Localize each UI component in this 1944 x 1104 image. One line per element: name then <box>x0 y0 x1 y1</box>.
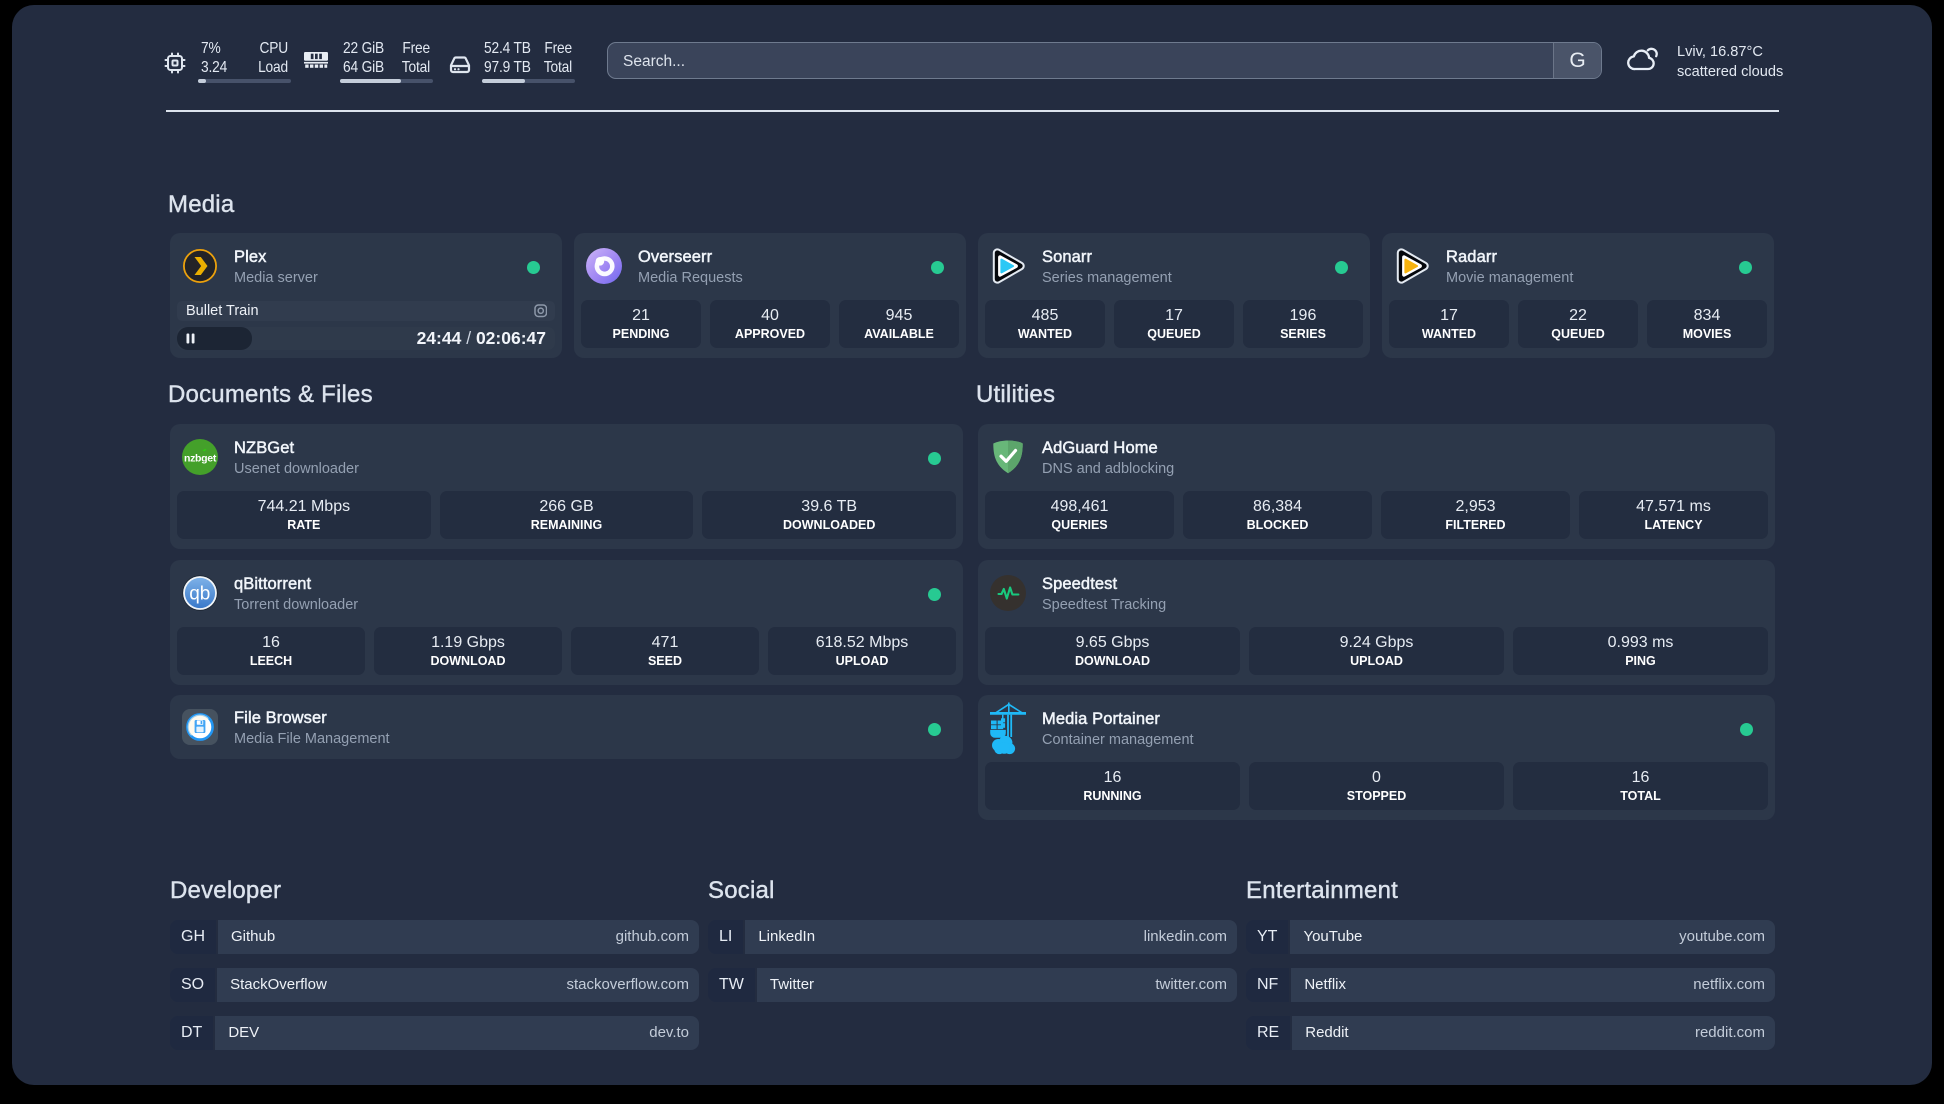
svg-text:nzbget: nzbget <box>184 453 217 465</box>
svg-text:qb: qb <box>189 584 210 605</box>
